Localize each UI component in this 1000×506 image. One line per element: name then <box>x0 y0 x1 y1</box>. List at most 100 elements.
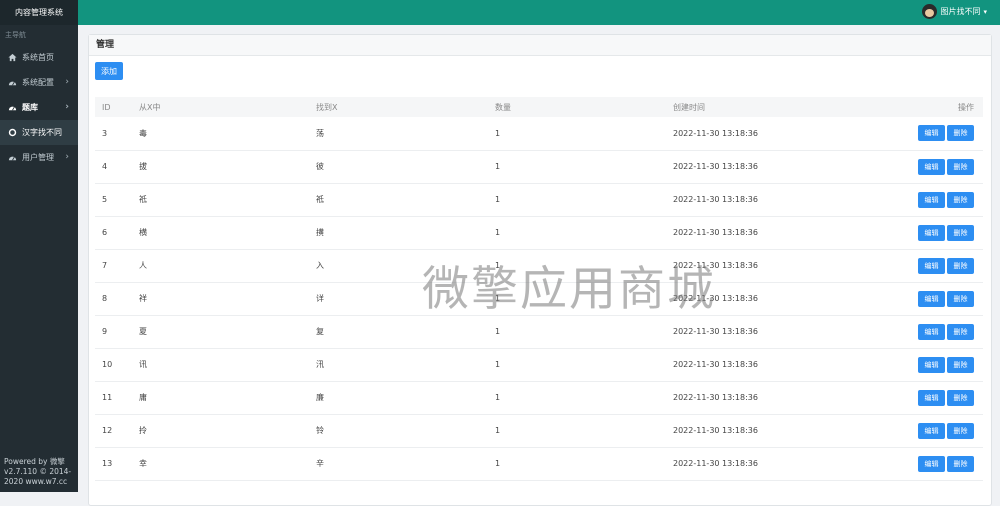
edit-button[interactable]: 编辑 <box>918 257 945 274</box>
caret-down-icon: ▾ <box>983 7 987 16</box>
chevron-right-icon: › <box>65 152 69 162</box>
cell-count: 1 <box>495 195 501 204</box>
cell-id: 9 <box>102 327 108 336</box>
edit-button[interactable]: 编辑 <box>918 356 945 373</box>
edit-button[interactable]: 编辑 <box>918 422 945 439</box>
user-name: 图片找不同 <box>940 7 981 16</box>
cell-count: 1 <box>495 327 501 336</box>
cell-count: 1 <box>495 360 501 369</box>
edit-button[interactable]: 编辑 <box>918 158 945 175</box>
column-header-ops: 操作 <box>958 102 974 112</box>
top-header: 图片找不同 ▾ <box>78 0 1000 25</box>
cell-ops: 编辑 删除 <box>856 249 983 282</box>
table-row: 13 幸 辛 1 2022-11-30 13:18:36 编辑 删除 <box>95 447 983 480</box>
cell-id: 7 <box>102 261 108 270</box>
table-row: 6 横 撗 1 2022-11-30 13:18:36 编辑 删除 <box>95 216 983 249</box>
cell-ops: 编辑 删除 <box>856 282 983 315</box>
cell-id: 10 <box>102 360 113 369</box>
edit-button[interactable]: 编辑 <box>918 191 945 208</box>
dashboard-icon <box>8 153 17 162</box>
cell-from: 横 <box>139 228 147 237</box>
table-row: 4 拔 彼 1 2022-11-30 13:18:36 编辑 删除 <box>95 150 983 183</box>
edit-button[interactable]: 编辑 <box>918 455 945 472</box>
cell-from: 庸 <box>139 393 147 402</box>
table-row: 8 祥 详 1 2022-11-30 13:18:36 编辑 删除 <box>95 282 983 315</box>
cell-created: 2022-11-30 13:18:36 <box>673 294 758 303</box>
sidebar-item-label: 系统配置 <box>22 78 54 87</box>
cell-find: 辛 <box>316 459 324 468</box>
edit-button[interactable]: 编辑 <box>918 290 945 307</box>
cell-id: 8 <box>102 294 108 303</box>
delete-button[interactable]: 删除 <box>947 125 974 142</box>
cell-ops: 编辑 删除 <box>856 216 983 249</box>
edit-button[interactable]: 编辑 <box>918 389 945 406</box>
delete-button[interactable]: 删除 <box>947 257 974 274</box>
cell-count: 1 <box>495 261 501 270</box>
delete-button[interactable]: 删除 <box>947 191 974 208</box>
cell-ops: 编辑 删除 <box>856 348 983 381</box>
table-row: 9 夏 复 1 2022-11-30 13:18:36 编辑 删除 <box>95 315 983 348</box>
sidebar-item-question-bank[interactable]: 题库 › <box>0 95 78 120</box>
cell-find: 撗 <box>316 228 324 237</box>
chevron-right-icon: › <box>65 77 69 87</box>
delete-button[interactable]: 删除 <box>947 290 974 307</box>
nav-section-label: 主导航 <box>5 31 26 39</box>
column-header-from: 从X中 <box>139 102 161 112</box>
sidebar: 内容管理系统 主导航 系统首页 系统配置 › 题库 › 汉字找不同 用户管理 › <box>0 0 78 492</box>
column-header-created: 创建时间 <box>673 102 705 112</box>
cell-find: 廉 <box>316 393 324 402</box>
delete-button[interactable]: 删除 <box>947 455 974 472</box>
sidebar-item-find-difference[interactable]: 汉字找不同 <box>0 120 78 145</box>
cell-id: 13 <box>102 459 113 468</box>
edit-button[interactable]: 编辑 <box>918 125 945 142</box>
table-row: 11 庸 廉 1 2022-11-30 13:18:36 编辑 删除 <box>95 381 983 414</box>
footer-site: 2020 www.w7.cc <box>4 477 68 486</box>
footer-version: v2.7.110 © 2014- <box>4 467 72 476</box>
cell-find: 祗 <box>316 195 324 204</box>
app-brand: 内容管理系统 <box>0 0 78 25</box>
edit-button[interactable]: 编辑 <box>918 224 945 241</box>
cell-find: 铃 <box>316 426 324 435</box>
cell-count: 1 <box>495 294 501 303</box>
cell-count: 1 <box>495 459 501 468</box>
cell-id: 12 <box>102 426 113 435</box>
cell-find: 复 <box>316 327 324 336</box>
cell-id: 4 <box>102 162 108 171</box>
delete-button[interactable]: 删除 <box>947 422 974 439</box>
table-row: 3 毒 荡 1 2022-11-30 13:18:36 编辑 删除 <box>95 117 983 150</box>
table-row: 12 拎 铃 1 2022-11-30 13:18:36 编辑 删除 <box>95 414 983 447</box>
table-header-row: ID 从X中 找到X 数量 创建时间 操作 <box>95 97 983 117</box>
sidebar-item-user-management[interactable]: 用户管理 › <box>0 145 78 170</box>
edit-button[interactable]: 编辑 <box>918 323 945 340</box>
cell-count: 1 <box>495 128 501 138</box>
cell-find: 汛 <box>316 360 324 369</box>
cell-created: 2022-11-30 13:18:36 <box>673 393 758 402</box>
cell-created: 2022-11-30 13:18:36 <box>673 426 758 435</box>
dashboard-icon <box>8 103 17 112</box>
delete-button[interactable]: 删除 <box>947 356 974 373</box>
table-row: 10 讯 汛 1 2022-11-30 13:18:36 编辑 删除 <box>95 348 983 381</box>
cell-count: 1 <box>495 426 501 435</box>
user-menu[interactable]: 图片找不同 ▾ <box>922 4 987 19</box>
sidebar-item-label: 系统首页 <box>22 53 54 62</box>
cell-find: 荡 <box>316 128 324 138</box>
cell-created: 2022-11-30 13:18:36 <box>673 162 758 171</box>
avatar <box>922 4 938 19</box>
cell-id: 5 <box>102 195 108 204</box>
cell-id: 6 <box>102 228 108 237</box>
delete-button[interactable]: 删除 <box>947 389 974 406</box>
add-button[interactable]: 添加 <box>95 62 123 80</box>
cell-count: 1 <box>495 228 501 237</box>
cell-id: 11 <box>102 393 113 402</box>
delete-button[interactable]: 删除 <box>947 323 974 340</box>
delete-button[interactable]: 删除 <box>947 158 974 175</box>
cell-ops: 编辑 删除 <box>856 117 983 150</box>
cell-from: 毒 <box>139 128 147 138</box>
sidebar-item-home[interactable]: 系统首页 <box>0 45 78 70</box>
home-icon <box>8 53 17 62</box>
cell-ops: 编辑 删除 <box>856 315 983 348</box>
delete-button[interactable]: 删除 <box>947 224 974 241</box>
cell-from: 拔 <box>139 162 147 171</box>
sidebar-item-system-config[interactable]: 系统配置 › <box>0 70 78 95</box>
cell-count: 1 <box>495 162 501 171</box>
